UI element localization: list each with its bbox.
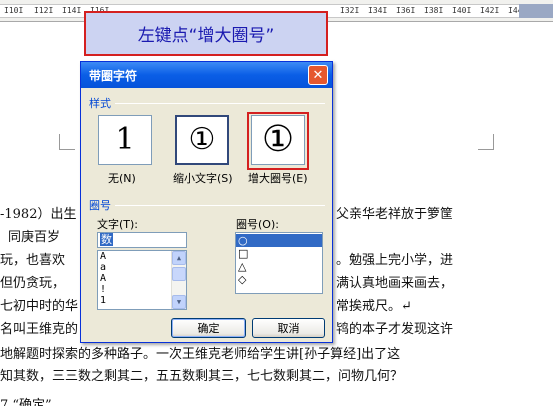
text-field-label: 文字(T): <box>97 218 139 231</box>
enclosure-triangle[interactable]: △ <box>236 260 322 273</box>
document-line: 父亲华老祥放于箩筐 <box>336 207 454 222</box>
list-scrollbar[interactable]: ▲ ▼ <box>171 251 186 309</box>
instruction-callout: 左键点“增大圈号” <box>84 11 328 56</box>
style-caption-shrink: 缩小文字(S) <box>173 172 233 185</box>
document-line: 七初中时的华 <box>0 299 79 314</box>
enclosure-diamond[interactable]: ◇ <box>236 273 322 286</box>
cancel-button-label: 取消 <box>277 322 300 335</box>
close-icon: ✕ <box>312 67 324 83</box>
scroll-thumb[interactable] <box>172 267 186 281</box>
document-line: 同庚百岁 <box>8 230 61 245</box>
ruler-tick-label: I12I <box>34 6 54 15</box>
document-line: 地解题时探索的多种路子。一次王维克老师给学生讲[孙子算经]出了这 <box>0 347 401 362</box>
document-line: 知其数，三三数之剩其二，五五数剩其三，七七数剩其二，问物几何？ <box>0 369 404 384</box>
document-line: 常挨戒尺。↵ <box>336 299 412 314</box>
document-line: 。勉强上完小学，进 <box>336 253 454 268</box>
enclosure-group-label: 圈号 <box>89 199 111 212</box>
close-button[interactable]: ✕ <box>308 65 328 85</box>
ruler-margin-end <box>519 4 553 18</box>
ruler-tick-label: I14I <box>62 6 82 15</box>
style-preview-shrink: ① <box>188 122 216 157</box>
ruler-tick-label: I32I <box>340 6 360 15</box>
document-line: 玩，也喜欢 <box>0 253 66 268</box>
style-caption-enlarge: 增大圈号(E) <box>248 172 308 185</box>
ruler-tick-label: I40I <box>452 6 472 15</box>
ok-button[interactable]: 确定 <box>171 318 246 338</box>
text-input-value: 数 <box>100 233 113 246</box>
text-listbox[interactable]: A a A ! 1 ▲ ▼ <box>97 250 187 310</box>
dialog-titlebar[interactable]: 带圈字符 ✕ <box>81 62 332 88</box>
document-line: -1982）出生 <box>0 207 77 222</box>
highlight-frame <box>247 112 309 170</box>
ruler-tick-label: I36I <box>396 6 416 15</box>
style-caption-none: 无(N) <box>108 172 136 185</box>
page-corner-mark <box>478 134 494 150</box>
dialog-title: 带圈字符 <box>89 69 138 83</box>
document-line: 鸨的本子才发现这许 <box>336 322 454 337</box>
scroll-up-icon[interactable]: ▲ <box>172 251 186 265</box>
cancel-button[interactable]: 取消 <box>252 318 325 338</box>
ruler-tick-label: I34I <box>368 6 388 15</box>
enclosure-field-label: 圈号(O): <box>236 218 279 231</box>
scroll-down-icon[interactable]: ▼ <box>172 295 186 309</box>
ruler-tick-label: I38I <box>424 6 444 15</box>
ok-button-label: 确定 <box>197 322 220 335</box>
style-preview-none: 1 <box>115 122 135 157</box>
ruler-tick-label: I10I <box>4 6 24 15</box>
style-group-label: 样式 <box>89 97 111 110</box>
document-line: 但仍贪玩， <box>0 276 66 291</box>
page-corner-mark <box>59 134 75 150</box>
callout-text: 左键点“增大圈号” <box>137 26 275 46</box>
group-divider <box>115 103 325 104</box>
enclosure-square[interactable]: □ <box>236 247 322 260</box>
enclosure-listbox[interactable]: ○ □ △ ◇ <box>235 232 323 294</box>
style-option-none[interactable]: 1 <box>98 115 152 165</box>
style-option-shrink-text[interactable]: ① <box>175 115 229 165</box>
document-line: 满认真地画来画去， <box>336 276 454 291</box>
document-line: 名叫王维克的 <box>0 322 79 337</box>
text-input[interactable]: 数 <box>97 232 187 248</box>
enclose-characters-dialog: 带圈字符 ✕ 样式 1 无(N) ① 缩小文字(S) ① 增大圈号(E) 圈号 … <box>80 61 333 343</box>
enclosure-circle[interactable]: ○ <box>236 234 322 247</box>
document-line: 7 “确定” <box>0 398 52 406</box>
group-divider <box>115 205 325 206</box>
ruler-tick-label: I42I <box>480 6 500 15</box>
